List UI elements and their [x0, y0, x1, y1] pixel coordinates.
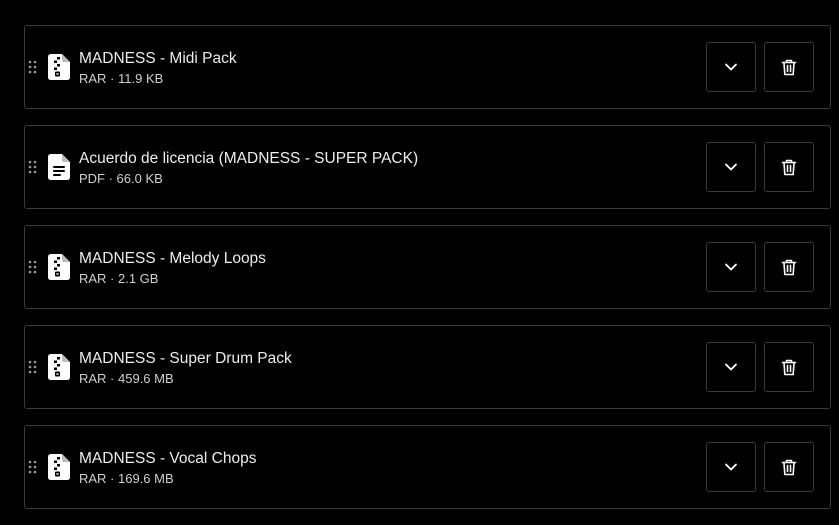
delete-button[interactable]: [764, 242, 814, 292]
expand-button[interactable]: [706, 342, 756, 392]
file-item: MADNESS - Vocal Chops RAR · 169.6 MB: [24, 425, 831, 509]
chevron-down-icon: [725, 163, 737, 171]
trash-icon: [781, 59, 797, 75]
file-item: Acuerdo de licencia (MADNESS - SUPER PAC…: [24, 125, 831, 209]
file-info: MADNESS - Super Drum Pack RAR · 459.6 MB: [79, 349, 292, 387]
drag-handle-icon[interactable]: [28, 460, 37, 474]
drag-handle-icon[interactable]: [28, 360, 37, 374]
archive-file-icon: [48, 254, 70, 280]
file-name: Acuerdo de licencia (MADNESS - SUPER PAC…: [79, 150, 419, 167]
drag-handle-icon[interactable]: [28, 60, 37, 74]
file-meta: PDF · 66.0 KB: [79, 171, 163, 186]
chevron-down-icon: [725, 363, 737, 371]
file-list: MADNESS - Midi Pack RAR · 11.9 KB Acuerd…: [24, 25, 831, 525]
expand-button[interactable]: [706, 442, 756, 492]
archive-file-icon: [48, 54, 70, 80]
trash-icon: [781, 259, 797, 275]
expand-button[interactable]: [706, 242, 756, 292]
chevron-down-icon: [725, 63, 737, 71]
trash-icon: [781, 159, 797, 175]
trash-icon: [781, 459, 797, 475]
file-meta: RAR · 459.6 MB: [79, 371, 174, 386]
archive-file-icon: [48, 354, 70, 380]
file-meta: RAR · 2.1 GB: [79, 271, 159, 286]
file-name: MADNESS - Vocal Chops: [79, 450, 257, 467]
file-info: MADNESS - Melody Loops RAR · 2.1 GB: [79, 249, 266, 287]
chevron-down-icon: [725, 263, 737, 271]
file-item: MADNESS - Super Drum Pack RAR · 459.6 MB: [24, 325, 831, 409]
file-item: MADNESS - Midi Pack RAR · 11.9 KB: [24, 25, 831, 109]
delete-button[interactable]: [764, 442, 814, 492]
delete-button[interactable]: [764, 342, 814, 392]
file-item: MADNESS - Melody Loops RAR · 2.1 GB: [24, 225, 831, 309]
file-meta: RAR · 11.9 KB: [79, 71, 164, 86]
document-file-icon: [48, 154, 70, 180]
file-info: MADNESS - Vocal Chops RAR · 169.6 MB: [79, 449, 256, 487]
chevron-down-icon: [725, 463, 737, 471]
archive-file-icon: [48, 454, 70, 480]
file-name: MADNESS - Midi Pack: [79, 50, 237, 67]
expand-button[interactable]: [706, 142, 756, 192]
file-name: MADNESS - Melody Loops: [79, 250, 266, 267]
file-meta: RAR · 169.6 MB: [79, 471, 174, 486]
file-info: Acuerdo de licencia (MADNESS - SUPER PAC…: [79, 149, 418, 187]
file-info: MADNESS - Midi Pack RAR · 11.9 KB: [79, 49, 237, 87]
expand-button[interactable]: [706, 42, 756, 92]
delete-button[interactable]: [764, 42, 814, 92]
file-name: MADNESS - Super Drum Pack: [79, 350, 292, 367]
delete-button[interactable]: [764, 142, 814, 192]
drag-handle-icon[interactable]: [28, 160, 37, 174]
drag-handle-icon[interactable]: [28, 260, 37, 274]
trash-icon: [781, 359, 797, 375]
